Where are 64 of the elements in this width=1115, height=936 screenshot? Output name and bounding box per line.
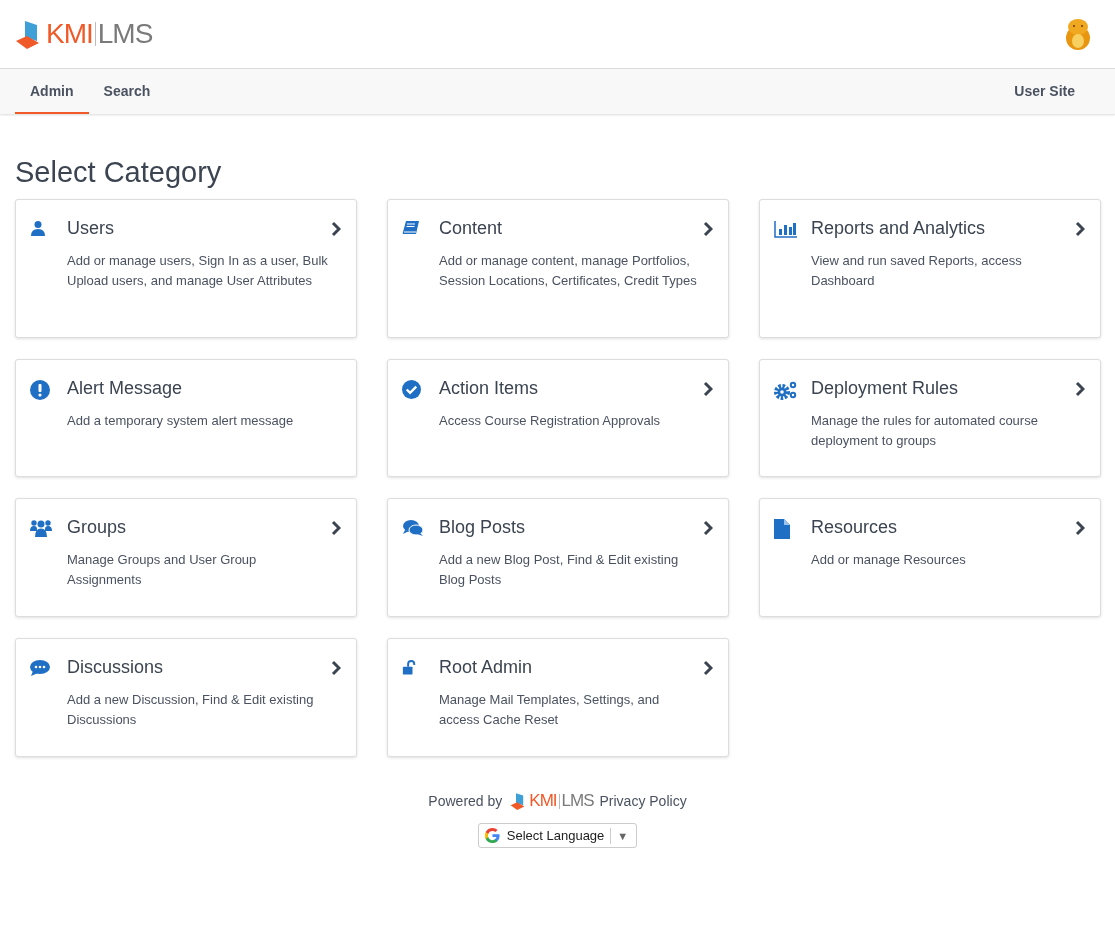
user-icon [30,220,46,236]
gears-icon [774,380,798,400]
card-title: Alert Message [67,378,184,399]
chevron-right-icon[interactable] [1075,381,1085,397]
chevron-right-icon[interactable] [1075,221,1085,237]
chevron-right-icon[interactable] [331,520,341,536]
kmi-lms-logo[interactable]: KMI LMS [510,791,594,811]
chevron-right-icon[interactable] [331,221,341,237]
card-title: Content [439,218,504,239]
card-description: Add a temporary system alert message [67,412,295,430]
book-icon [402,220,420,236]
card-description: View and run saved Reports, access Dashboard [811,252,1023,290]
card-title: Root Admin [439,657,534,678]
category-card[interactable]: Action Items Access Course Registration Approvals [387,359,729,477]
card-description: Access Course Registration Approvals [439,412,662,430]
bar-chart-icon [774,220,798,238]
chevron-right-icon[interactable] [331,660,341,676]
category-card[interactable]: Resources Add or manage Resources [759,498,1101,617]
chevron-right-icon[interactable] [703,221,713,237]
category-card[interactable]: Blog Posts Add a new Blog Post, Find & Edit existing Blog Posts [387,498,729,617]
category-card[interactable]: Groups Manage Groups and User Group Assignments [15,498,357,617]
category-card[interactable]: Discussions Add a new Discussion, Find & Edit existing Discussions [15,638,357,757]
chevron-right-icon[interactable] [703,381,713,397]
card-title: Groups [67,517,128,538]
chevron-right-icon[interactable] [703,660,713,676]
file-icon [774,519,790,539]
category-card[interactable]: Root Admin Manage Mail Templates, Settings, and access Cache Reset [387,638,729,757]
card-title: Resources [811,517,899,538]
card-description: Manage Groups and User Group Assignments [67,551,258,589]
privacy-policy-link[interactable]: Privacy Policy [599,793,687,809]
nav-tab[interactable]: Search [88,69,166,114]
chat-bubble-icon [30,659,50,677]
users-icon [30,519,52,537]
language-select[interactable]: Select Language ▼ [477,823,638,848]
alert-icon [30,380,50,400]
card-description: Add or manage users, Sign In as a user, Bulk Upload users, and manage User Attributes [67,252,329,290]
check-circle-icon [402,380,421,399]
unlock-icon [402,659,416,676]
google-g-icon [483,827,501,844]
card-title: Reports and Analytics [811,218,987,239]
card-title: Blog Posts [439,517,527,538]
powered-by-text: Powered by [428,793,503,809]
card-title: Users [67,218,115,239]
page-title: Select Category [15,156,223,189]
category-card[interactable]: Reports and Analytics View and run saved Reports, access Dashboard [759,199,1101,338]
category-card[interactable]: Alert Message Add a temporary system alert message [15,359,357,477]
category-card[interactable]: Deployment Rules Manage the rules for automated course deployment to groups [759,359,1101,477]
card-description: Add a new Blog Post, Find & Edit existing Blog Posts [439,551,680,589]
category-card[interactable]: Users Add or manage users, Sign In as a user, Bulk Upload users, and manage User Attributes [15,199,357,338]
chevron-right-icon[interactable] [703,520,713,536]
card-description: Manage the rules for automated course deployment to groups [811,412,1039,450]
card-description: Add a new Discussion, Find & Edit existing Discussions [67,691,315,729]
card-description: Add or manage Resources [811,551,967,569]
chevron-right-icon[interactable] [1075,520,1085,536]
category-card[interactable]: Content Add or manage content, manage Portfolios, Session Locations, Certificates, Credit Types [387,199,729,338]
card-description: Manage Mail Templates, Settings, and access Cache Reset [439,691,661,729]
user-site-link[interactable]: User Site [1014,69,1075,114]
card-title: Deployment Rules [811,378,960,399]
card-title: Action Items [439,378,540,399]
chat-bubbles-icon [402,519,424,537]
card-description: Add or manage content, manage Portfolios, Session Locations, Certificates, Credit Types [439,252,698,290]
card-title: Discussions [67,657,165,678]
kmi-lms-logo[interactable]: KMI LMS [15,18,153,50]
nav-tab[interactable]: Admin [15,69,89,114]
